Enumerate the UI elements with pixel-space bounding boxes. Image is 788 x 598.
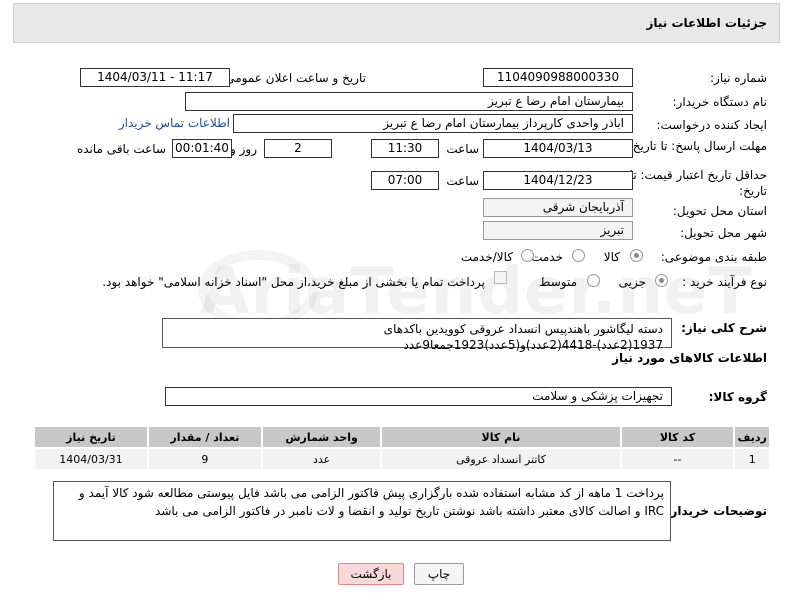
- category-option-goods-service: کالا/خدمت: [460, 250, 513, 264]
- city-field: تبریز: [483, 221, 633, 240]
- buyer-desc-label: توضیحات خریدار:: [665, 504, 767, 518]
- process-radio-minor[interactable]: [655, 274, 668, 287]
- col-qty: تعداد / مقدار: [146, 425, 263, 449]
- city-label: شهر محل تحویل:: [680, 226, 767, 240]
- treasury-checkbox[interactable]: [494, 271, 507, 284]
- goods-table: ردیف کد کالا نام کالا واحد شمارش تعداد /…: [33, 425, 771, 471]
- treasury-note: پرداخت تمام یا بخشی از مبلغ خرید،از محل …: [102, 275, 485, 289]
- process-option-minor: جزیی: [618, 275, 646, 289]
- contact-buyer-link[interactable]: اطلاعات تماس خریدار: [119, 116, 230, 130]
- need-number-field: 1104090988000330: [483, 68, 633, 87]
- category-label: طبقه بندی موضوعی:: [660, 250, 767, 264]
- process-option-medium: متوسط: [539, 275, 577, 289]
- need-desc-label: شرح کلی نیاز:: [681, 321, 767, 335]
- need-desc-box: دسته لیگاشور باهندپیس انسداد عروقی کووید…: [162, 318, 672, 352]
- cell-unit: عدد: [260, 447, 383, 471]
- goods-group-label: گروه کالا:: [708, 390, 767, 404]
- remaining-label: ساعت باقی مانده: [76, 142, 166, 156]
- cell-qty: 9: [146, 447, 263, 471]
- col-name: نام کالا: [380, 425, 622, 449]
- need-number-label: شماره نیاز:: [710, 71, 767, 85]
- deadline-label: مهلت ارسال پاسخ: تا تاریخ:: [628, 139, 767, 153]
- goods-table-header: ردیف کد کالا نام کالا واحد شمارش تعداد /…: [33, 425, 771, 449]
- days-field: 2: [264, 139, 332, 158]
- remaining-time-field: 00:01:40: [172, 139, 232, 158]
- goods-section-title: اطلاعات کالاهای مورد نیاز: [612, 351, 767, 365]
- cell-row: 1: [733, 447, 771, 471]
- col-row: ردیف: [733, 425, 771, 449]
- deadline-time-field: 11:30: [371, 139, 439, 158]
- creator-field: اباذر واحدی کارپرداز بیمارستان امام رضا …: [233, 114, 633, 133]
- province-label: استان محل تحویل:: [672, 204, 767, 218]
- process-label: نوع فرآیند خرید :: [682, 275, 767, 289]
- category-radio-goods-service[interactable]: [521, 249, 534, 262]
- category-radio-service[interactable]: [572, 249, 585, 262]
- category-radio-goods[interactable]: [630, 249, 643, 262]
- category-option-goods: کالا: [603, 250, 620, 264]
- cell-date: 1404/03/31: [33, 447, 149, 471]
- buyer-desc-box: پرداخت 1 ماهه از کد مشابه استفاده شده با…: [53, 481, 671, 541]
- col-date: تاریخ نیاز: [33, 425, 149, 449]
- page-title: جزئیات اطلاعات نیاز: [646, 16, 767, 30]
- col-code: کد کالا: [619, 425, 736, 449]
- validity-date-field: 1404/12/23: [483, 171, 633, 190]
- back-button[interactable]: بازگشت: [338, 563, 404, 585]
- deadline-time-label: ساعت: [446, 142, 479, 156]
- validity-time-field: 07:00: [371, 171, 439, 190]
- goods-group-field: تجهیزات پزشکی و سلامت: [165, 387, 672, 406]
- table-row: 1 -- کاتتر انسداد عروقی عدد 9 1404/03/31: [33, 447, 771, 471]
- creator-label: ایجاد کننده درخواست:: [656, 118, 767, 132]
- buyer-label: نام دستگاه خریدار:: [672, 95, 768, 109]
- cell-code: --: [619, 447, 736, 471]
- province-field: آذربایجان شرقی: [483, 198, 633, 217]
- buyer-field: بیمارستان امام رضا ع تبریز: [185, 92, 633, 111]
- process-radio-medium[interactable]: [587, 274, 600, 287]
- col-unit: واحد شمارش: [260, 425, 383, 449]
- announce-field: 1404/03/11 - 11:17: [80, 68, 230, 87]
- header-panel: جزئیات اطلاعات نیاز: [13, 3, 780, 43]
- validity-label: حداقل تاریخ اعتبار قیمت: تا تاریخ:: [629, 168, 767, 198]
- print-button[interactable]: چاپ: [414, 563, 464, 585]
- validity-time-label: ساعت: [446, 174, 479, 188]
- category-option-service: خدمت: [531, 250, 563, 264]
- cell-name: کاتتر انسداد عروقی: [380, 447, 622, 471]
- deadline-date-field: 1404/03/13: [483, 139, 633, 158]
- announce-label: تاریخ و ساعت اعلان عمومی:: [221, 71, 366, 85]
- days-label: روز و: [230, 142, 257, 156]
